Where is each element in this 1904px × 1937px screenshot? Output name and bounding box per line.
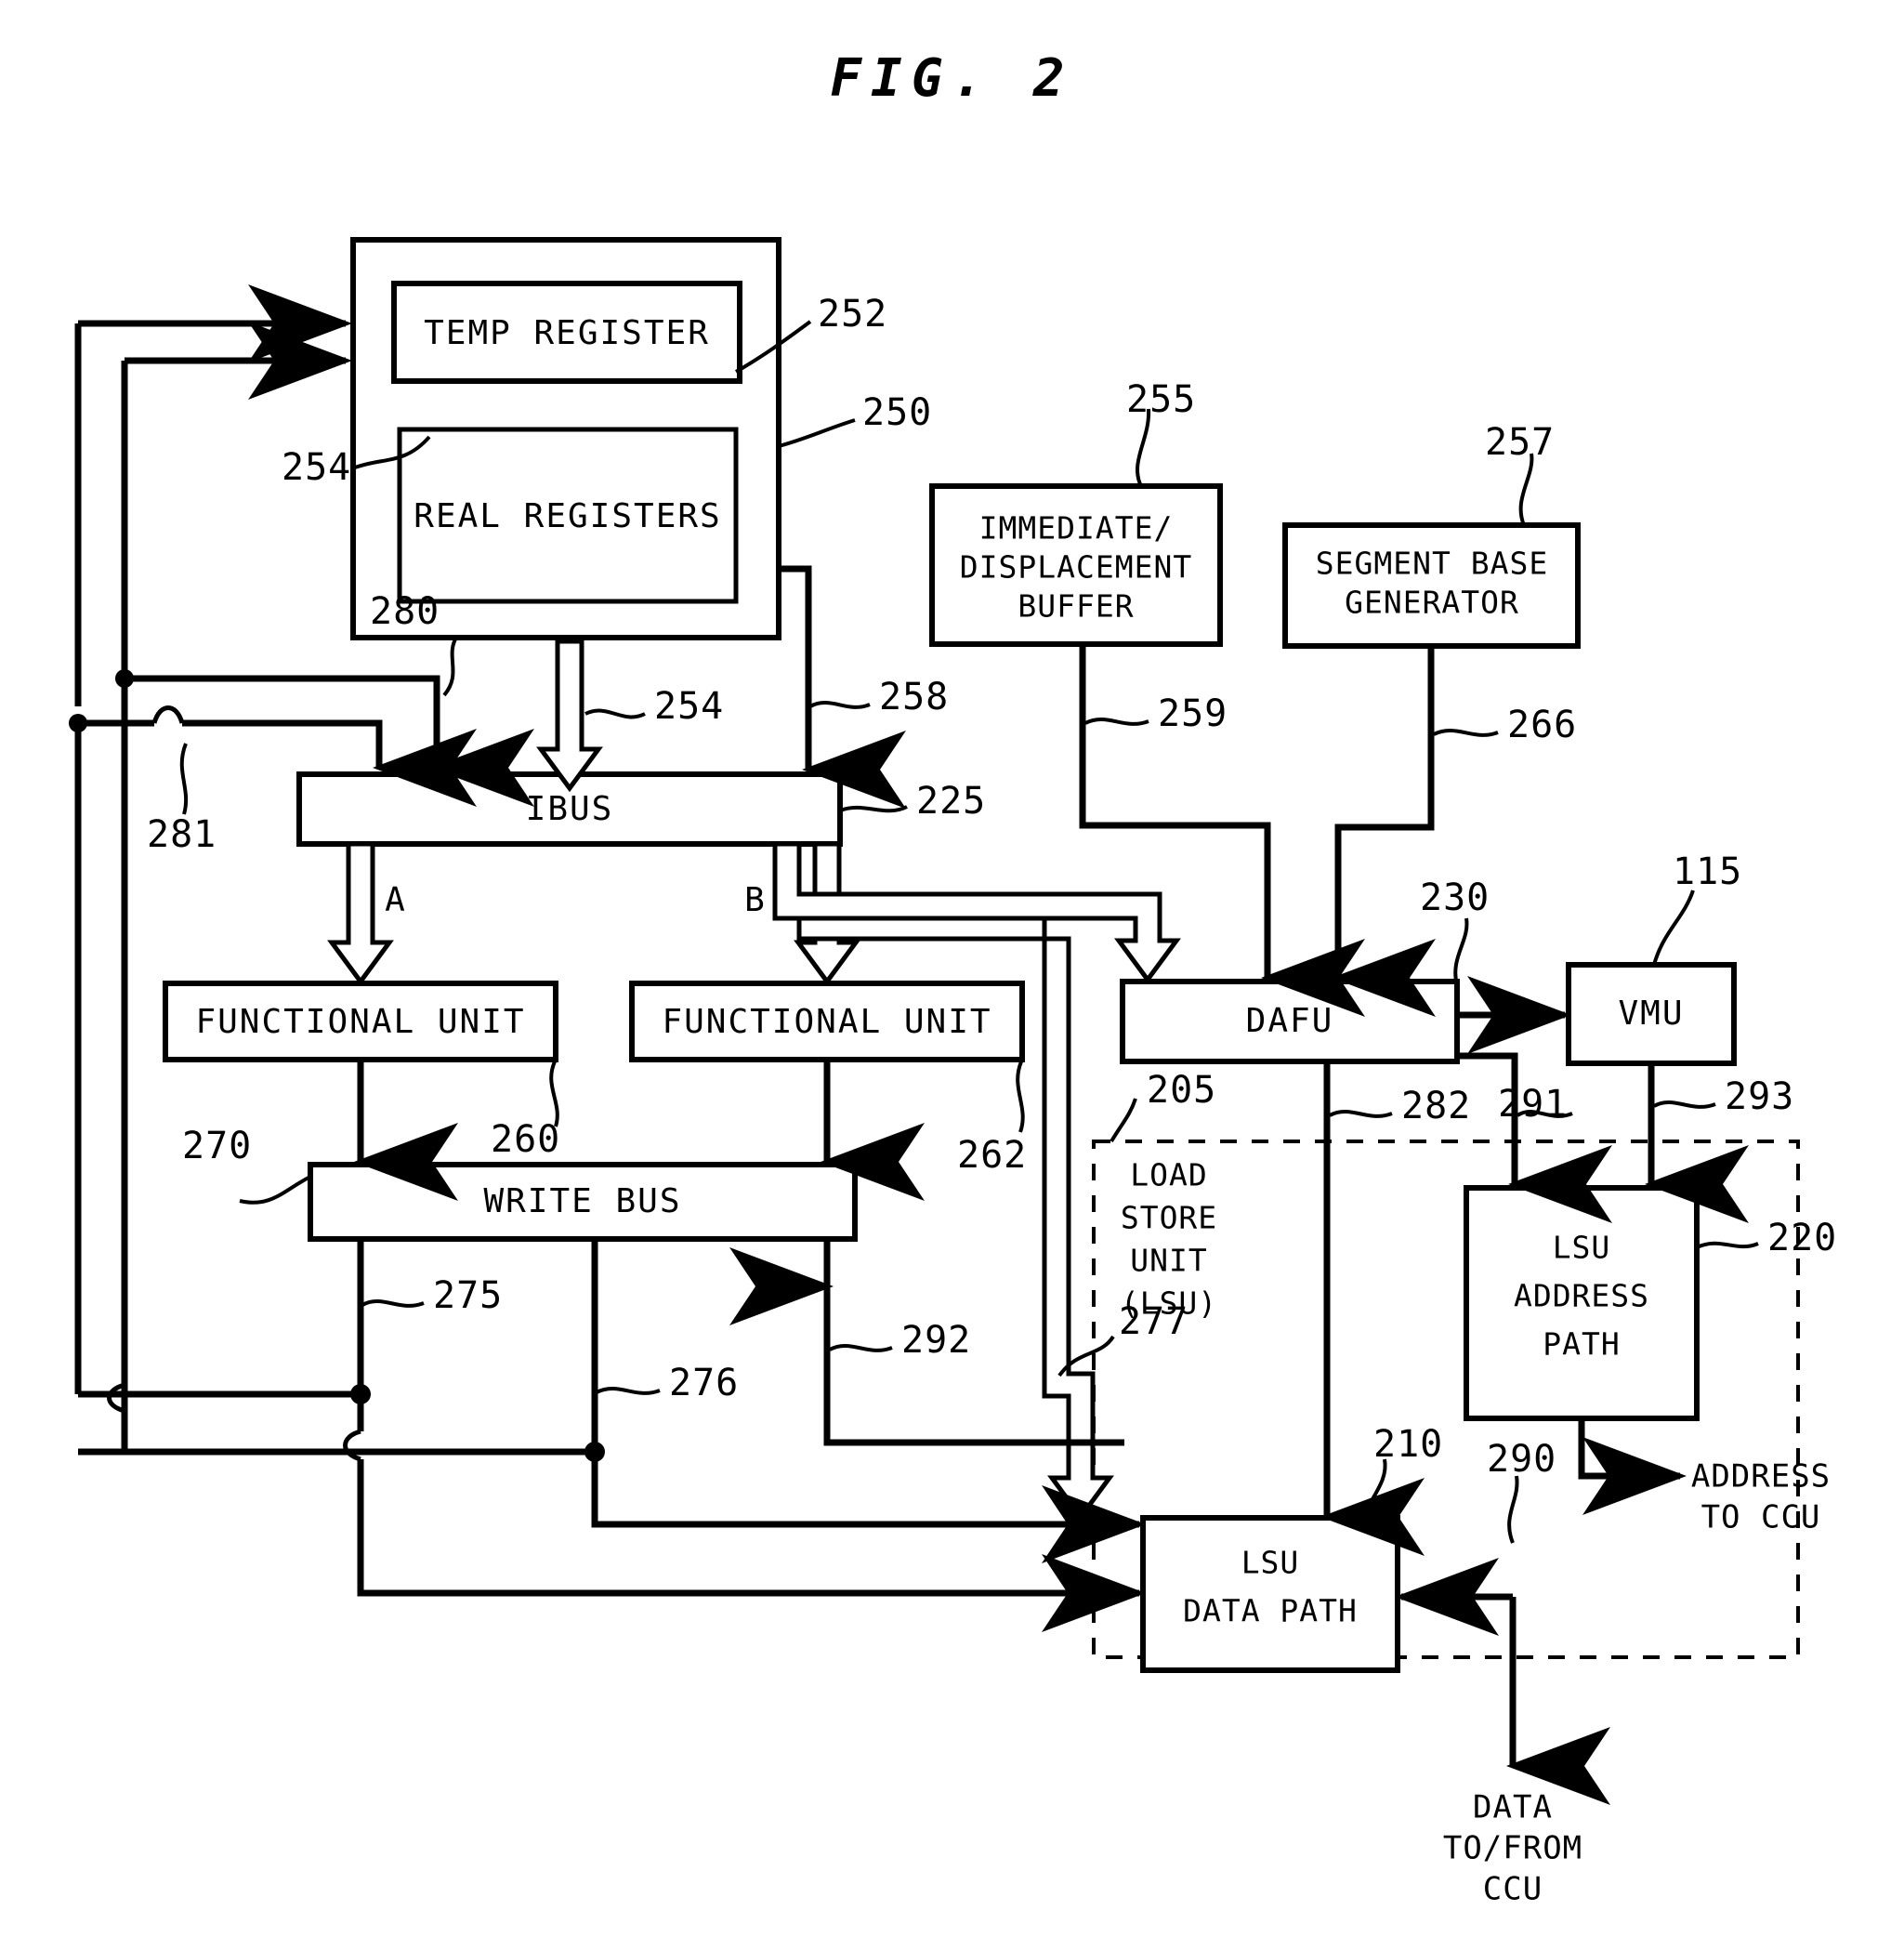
leader-210 — [1360, 1458, 1387, 1519]
ref-210: 210 — [1373, 1423, 1443, 1466]
leader-257 — [1518, 453, 1534, 526]
wire-hop-281 — [151, 705, 185, 724]
wire-281-branch-b — [182, 719, 383, 744]
imm-disp-line2: DISPLACEMENT — [960, 549, 1192, 586]
leader-293 — [1653, 1100, 1716, 1109]
wire-258 — [779, 565, 812, 755]
ref-276: 276 — [669, 1362, 739, 1404]
leader-276 — [596, 1387, 661, 1395]
leader-282 — [1329, 1110, 1393, 1118]
ref-250: 250 — [862, 391, 932, 434]
ref-282: 282 — [1401, 1085, 1471, 1127]
lsu-line2: STORE — [1121, 1200, 1217, 1236]
port-b-label: B — [744, 881, 765, 919]
wire-254-hollow-arrow — [536, 639, 603, 793]
real-registers-label: REAL REGISTERS — [414, 497, 721, 535]
imm-disp-line1: IMMEDIATE/ — [979, 510, 1174, 547]
leader-258 — [809, 701, 871, 709]
leader-270 — [239, 1175, 311, 1205]
functional-unit-a-label: FUNCTIONAL UNIT — [195, 1003, 525, 1041]
ref-205: 205 — [1147, 1069, 1216, 1112]
ref-277: 277 — [1119, 1300, 1188, 1343]
ibus-label: IBUS — [526, 790, 614, 828]
dafu-label: DAFU — [1246, 1002, 1334, 1040]
ref-281: 281 — [147, 813, 217, 856]
lsu-line3: UNIT — [1130, 1243, 1207, 1279]
ref-293: 293 — [1725, 1075, 1794, 1118]
leader-230 — [1453, 917, 1469, 986]
ref-225: 225 — [916, 780, 986, 823]
functional-unit-b-label: FUNCTIONAL UNIT — [662, 1003, 991, 1041]
diagram-svg: TEMP REGISTER REAL REGISTERS 252 250 254… — [69, 237, 1837, 1908]
leader-225 — [839, 805, 908, 813]
ibus-out-a-arrow — [327, 841, 394, 986]
ref-266: 266 — [1507, 704, 1577, 746]
lsu-line1: LOAD — [1130, 1157, 1207, 1193]
leader-281 — [179, 743, 189, 815]
leader-292 — [829, 1344, 893, 1352]
ref-291: 291 — [1498, 1083, 1568, 1126]
temp-register-label: TEMP REGISTER — [424, 314, 710, 352]
leader-290 — [1507, 1475, 1519, 1544]
write-bus-label: WRITE BUS — [483, 1182, 681, 1220]
lsu-addr-line2: ADDRESS — [1514, 1278, 1649, 1314]
ref-260: 260 — [491, 1118, 560, 1161]
imm-disp-line3: BUFFER — [1018, 588, 1134, 625]
data-to-from-ccu-line3: CCU — [1483, 1871, 1543, 1908]
ref-254-left: 254 — [282, 446, 351, 489]
data-to-from-ccu-line2: TO/FROM — [1443, 1830, 1582, 1867]
ref-290: 290 — [1487, 1438, 1556, 1481]
leader-220 — [1696, 1241, 1759, 1249]
ref-259: 259 — [1158, 692, 1228, 735]
leader-250 — [778, 418, 856, 448]
leader-115 — [1652, 889, 1695, 966]
ref-230: 230 — [1420, 876, 1490, 919]
ref-255: 255 — [1126, 378, 1196, 421]
ref-258: 258 — [879, 676, 949, 718]
leader-205 — [1110, 1098, 1137, 1143]
wire-280-branch — [125, 675, 440, 744]
leader-262 — [1016, 1059, 1025, 1133]
wire-276-down-right — [591, 1452, 1124, 1528]
leader-259 — [1084, 718, 1149, 726]
lsu-data-line1: LSU — [1241, 1545, 1300, 1581]
ref-275: 275 — [433, 1274, 503, 1317]
leader-280 — [442, 634, 459, 697]
ref-257: 257 — [1485, 421, 1555, 464]
ref-270: 270 — [182, 1125, 252, 1167]
leader-275 — [361, 1299, 425, 1308]
leader-254-bus — [584, 708, 646, 719]
port-a-label: A — [385, 881, 405, 919]
wire-266 — [1334, 646, 1435, 967]
segment-base-line2: GENERATOR — [1345, 585, 1519, 621]
address-to-ccu-line2: TO CCU — [1701, 1499, 1821, 1536]
lsu-addr-line3: PATH — [1543, 1326, 1620, 1363]
data-to-from-ccu-line1: DATA — [1473, 1789, 1553, 1826]
address-to-ccu-line1: ADDRESS — [1691, 1458, 1831, 1496]
lsu-data-line2: DATA PATH — [1183, 1593, 1358, 1629]
wire-address-to-ccu — [1578, 1418, 1663, 1480]
ref-254-bus: 254 — [654, 685, 724, 728]
ref-220: 220 — [1767, 1217, 1837, 1259]
vmu-label: VMU — [1618, 995, 1684, 1033]
segment-base-line1: SEGMENT BASE — [1316, 546, 1548, 582]
leader-260 — [549, 1059, 559, 1127]
ref-262: 262 — [957, 1134, 1027, 1177]
lsu-addr-line1: LSU — [1553, 1230, 1611, 1266]
ref-115: 115 — [1673, 850, 1742, 893]
ref-280: 280 — [370, 590, 440, 633]
ref-252: 252 — [818, 293, 887, 336]
figure-canvas: FIG. 2 TEMP REGISTER REAL REGISTERS 252 … — [0, 0, 1904, 1937]
leader-266 — [1433, 729, 1499, 737]
ref-292: 292 — [901, 1319, 971, 1362]
